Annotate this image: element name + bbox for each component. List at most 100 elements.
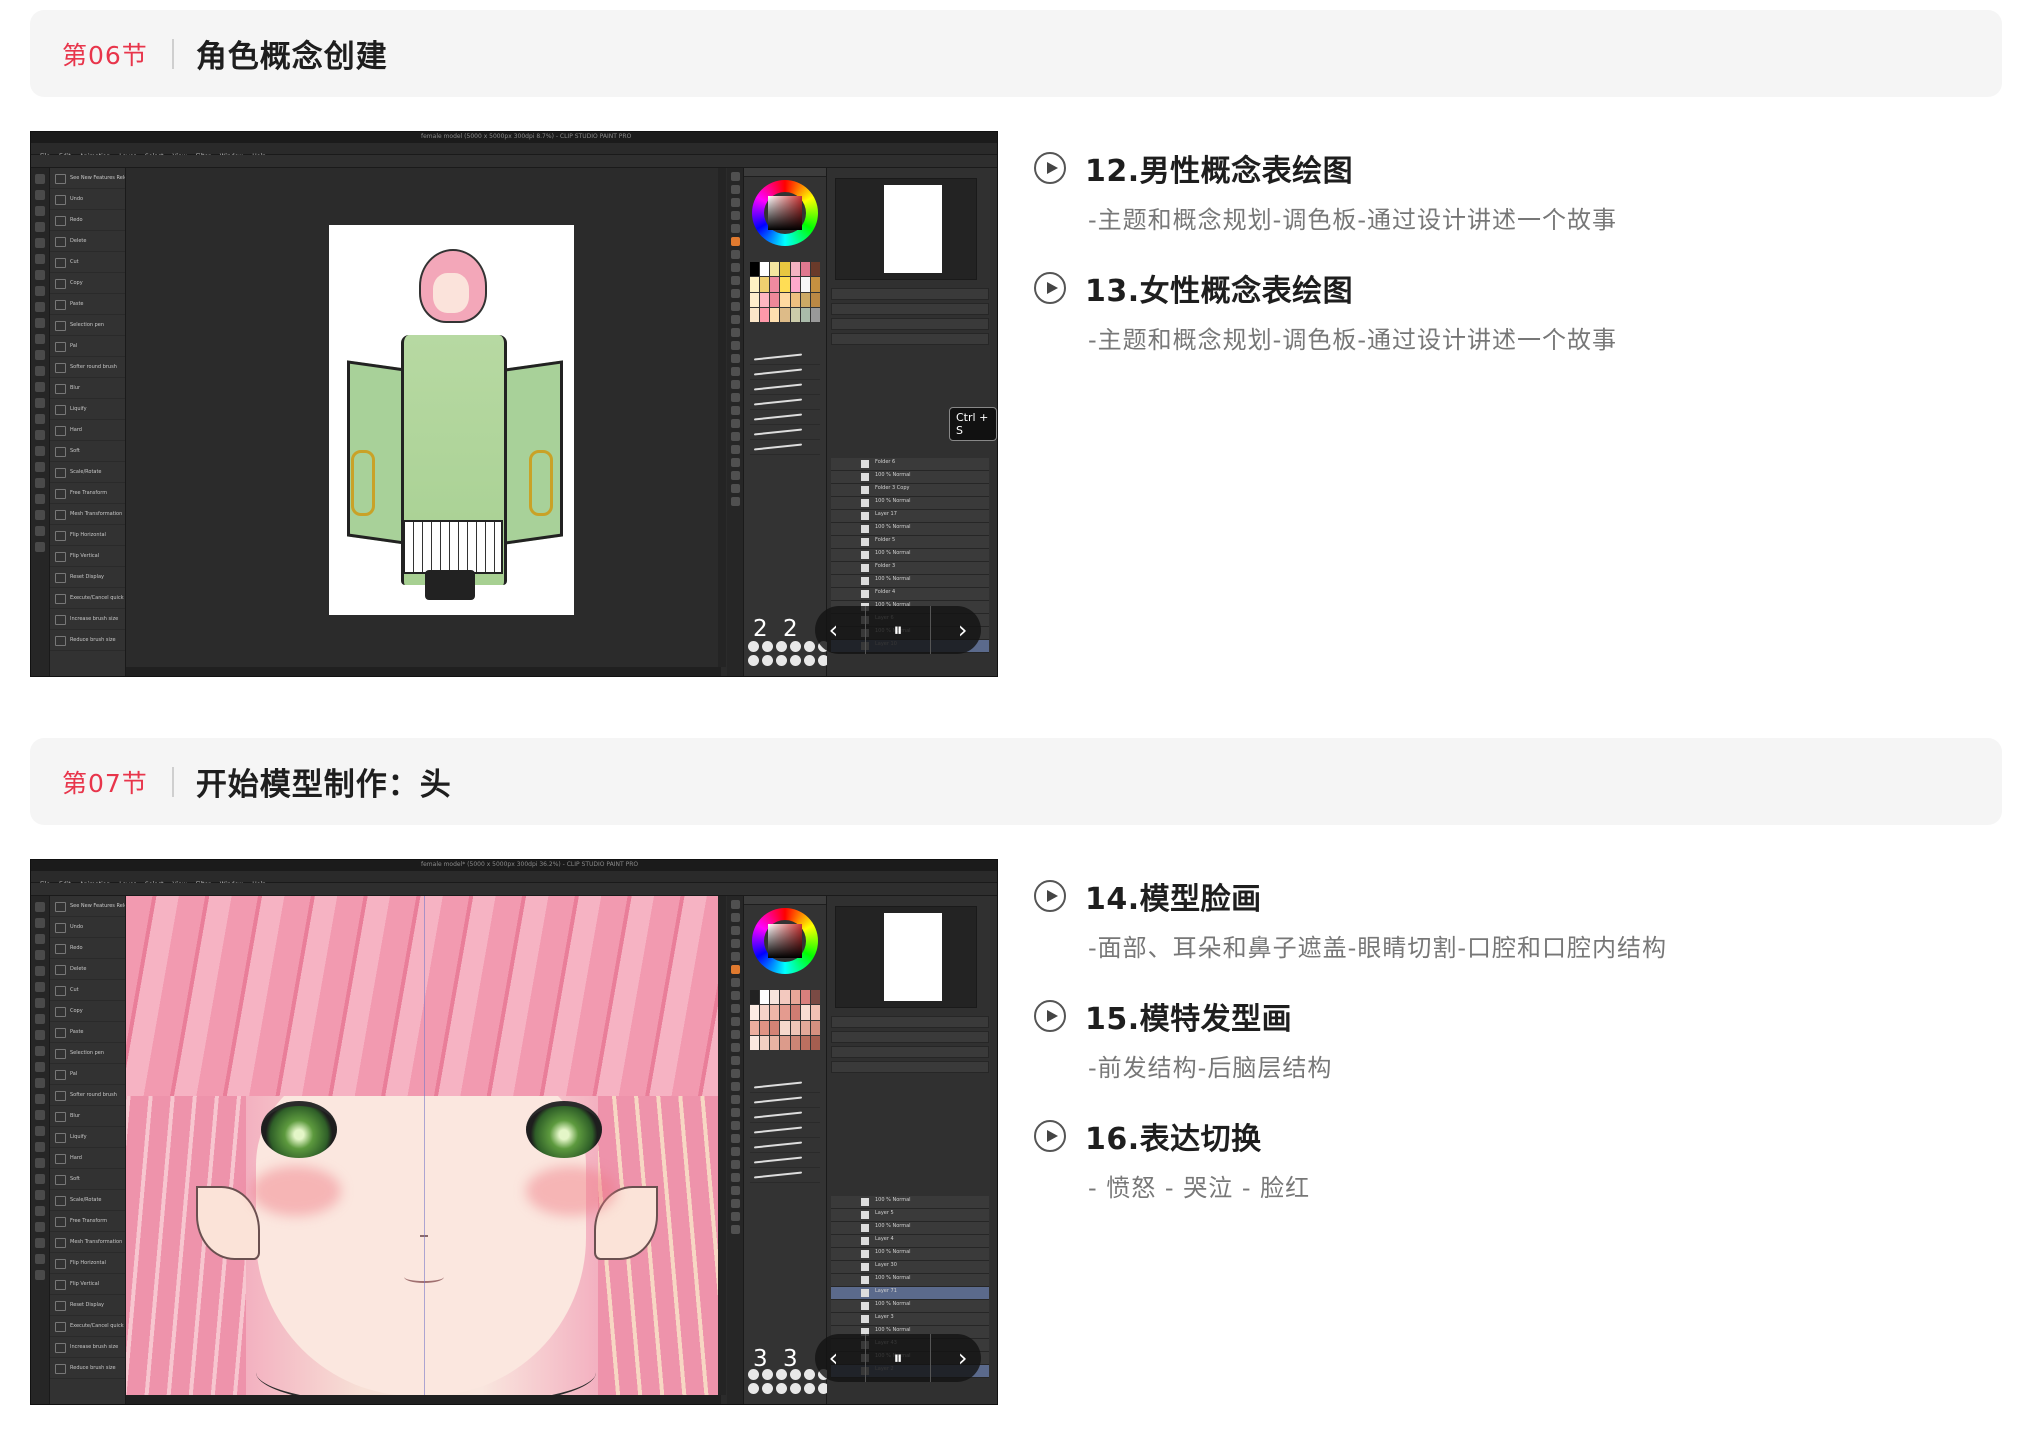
lesson-item[interactable]: 12.男性概念表绘图 -主题和概念规划-调色板-通过设计讲述一个故事 (1034, 145, 1974, 235)
brush-size-dot[interactable] (804, 655, 815, 666)
color-swatch[interactable] (790, 1020, 800, 1035)
layer-row[interactable]: Folder 4 (831, 588, 989, 601)
next-button[interactable]: › (958, 616, 968, 644)
quick-action-item[interactable]: Increase brush size (50, 1337, 125, 1358)
play-circle-icon[interactable] (1034, 152, 1066, 184)
tool-icon[interactable] (35, 382, 45, 392)
quick-action-item[interactable]: Paste (50, 294, 125, 315)
layer-row[interactable]: Folder 6 (831, 458, 989, 471)
quick-action-item[interactable]: Mesh Transformation (50, 1232, 125, 1253)
lesson-title[interactable]: 15.模特发型画 (1085, 994, 1292, 1038)
quick-action-item[interactable]: Cut (50, 252, 125, 273)
tool-icon[interactable] (35, 174, 45, 184)
brush-size-dot[interactable] (748, 655, 759, 666)
color-swatch[interactable] (800, 1035, 810, 1050)
brush-size-dots[interactable] (748, 1369, 829, 1394)
tool-icon[interactable] (35, 222, 45, 232)
brush-size-dot[interactable] (804, 1369, 815, 1380)
color-swatch[interactable] (770, 262, 780, 277)
tool-icon[interactable] (730, 913, 740, 922)
tool-icon[interactable] (35, 526, 45, 536)
quick-action-item[interactable]: See New Features Release Notes (50, 896, 125, 917)
color-swatch[interactable] (810, 1035, 820, 1050)
quick-action-item[interactable]: See New Features Release Notes (50, 168, 125, 189)
tool-icon[interactable] (35, 334, 45, 344)
tool-icon[interactable] (730, 1186, 740, 1195)
brush-item[interactable] (750, 1108, 820, 1123)
tool-icon[interactable] (35, 1110, 45, 1120)
tool-icon[interactable] (35, 902, 45, 912)
horizontal-scrollbar[interactable] (126, 1395, 721, 1404)
tool-icon[interactable] (730, 978, 740, 987)
tool-icon[interactable] (35, 1270, 45, 1280)
color-swatch[interactable] (790, 307, 800, 322)
tool-icon[interactable] (730, 289, 740, 298)
tool-icon[interactable] (35, 190, 45, 200)
color-swatch[interactable] (800, 292, 810, 307)
play-circle-icon[interactable] (1034, 1120, 1066, 1152)
tool-icon[interactable] (730, 926, 740, 935)
tool-icon[interactable] (730, 1212, 740, 1221)
quick-action-item[interactable]: Liquify (50, 399, 125, 420)
quick-action-item[interactable]: Blur (50, 1106, 125, 1127)
brush-size-dot[interactable] (776, 655, 787, 666)
color-swatch[interactable] (790, 262, 800, 277)
tool-icon[interactable] (730, 1134, 740, 1143)
tool-icon[interactable] (730, 172, 740, 181)
video-preview-06[interactable]: female model (5000 x 5000px 300dpi 8.7%)… (30, 131, 998, 677)
quick-action-item[interactable]: Reduce brush size (50, 1358, 125, 1379)
tool-icon[interactable] (730, 1004, 740, 1013)
tool-icon[interactable] (35, 982, 45, 992)
tool-icon[interactable] (35, 350, 45, 360)
tool-icon[interactable] (35, 494, 45, 504)
brush-item[interactable] (750, 350, 820, 365)
color-swatch[interactable] (810, 990, 820, 1005)
color-swatch[interactable] (810, 277, 820, 292)
tool-icon[interactable] (730, 250, 740, 259)
brush-size-dot[interactable] (748, 1383, 759, 1394)
brush-item[interactable] (750, 1093, 820, 1108)
color-swatch[interactable] (760, 1005, 770, 1020)
tool-icon[interactable] (730, 263, 740, 272)
tool-icon[interactable] (35, 1158, 45, 1168)
color-swatches[interactable] (750, 262, 820, 322)
color-swatch[interactable] (770, 1035, 780, 1050)
tool-icon[interactable] (730, 965, 740, 974)
color-swatch[interactable] (810, 292, 820, 307)
tool-icon[interactable] (730, 1017, 740, 1026)
color-swatch[interactable] (770, 292, 780, 307)
tool-icon[interactable] (35, 478, 45, 488)
quick-action-item[interactable]: Selection pen (50, 315, 125, 336)
quick-action-item[interactable]: Increase brush size (50, 609, 125, 630)
color-swatch[interactable] (790, 990, 800, 1005)
color-picker-square[interactable] (768, 196, 802, 230)
quick-action-item[interactable]: Mesh Transformation (50, 504, 125, 525)
quick-action-item[interactable]: Soft (50, 1169, 125, 1190)
pause-button[interactable]: ⏸ (894, 1348, 903, 1369)
quick-action-item[interactable]: Blur (50, 378, 125, 399)
brush-item[interactable] (750, 440, 820, 455)
vertical-scrollbar[interactable] (718, 168, 726, 667)
lesson-item[interactable]: 14.模型脸画 -面部、耳朵和鼻子遮盖-眼睛切割-口腔和口腔内结构 (1034, 873, 1974, 963)
layer-row[interactable]: Layer 30 (831, 1261, 989, 1274)
prev-button[interactable]: ‹ (829, 616, 839, 644)
quick-action-item[interactable]: Soft (50, 441, 125, 462)
brush-item[interactable] (750, 1123, 820, 1138)
color-picker-square[interactable] (768, 924, 802, 958)
color-swatch[interactable] (760, 277, 770, 292)
tool-icon[interactable] (730, 237, 740, 246)
color-swatch[interactable] (750, 262, 760, 277)
layer-row[interactable]: Layer 4 (831, 1235, 989, 1248)
layer-row[interactable]: 100 % Normal (831, 497, 989, 510)
color-swatch[interactable] (760, 1035, 770, 1050)
tool-icon[interactable] (35, 446, 45, 456)
brush-size-dot[interactable] (776, 641, 787, 652)
quick-action-item[interactable]: Softer round brush (50, 1085, 125, 1106)
tool-icon[interactable] (35, 366, 45, 376)
tool-icon[interactable] (730, 302, 740, 311)
color-swatches[interactable] (750, 990, 820, 1050)
tool-icon[interactable] (35, 462, 45, 472)
brush-size-dot[interactable] (762, 1383, 773, 1394)
tool-icon[interactable] (35, 302, 45, 312)
color-swatch[interactable] (750, 1035, 760, 1050)
